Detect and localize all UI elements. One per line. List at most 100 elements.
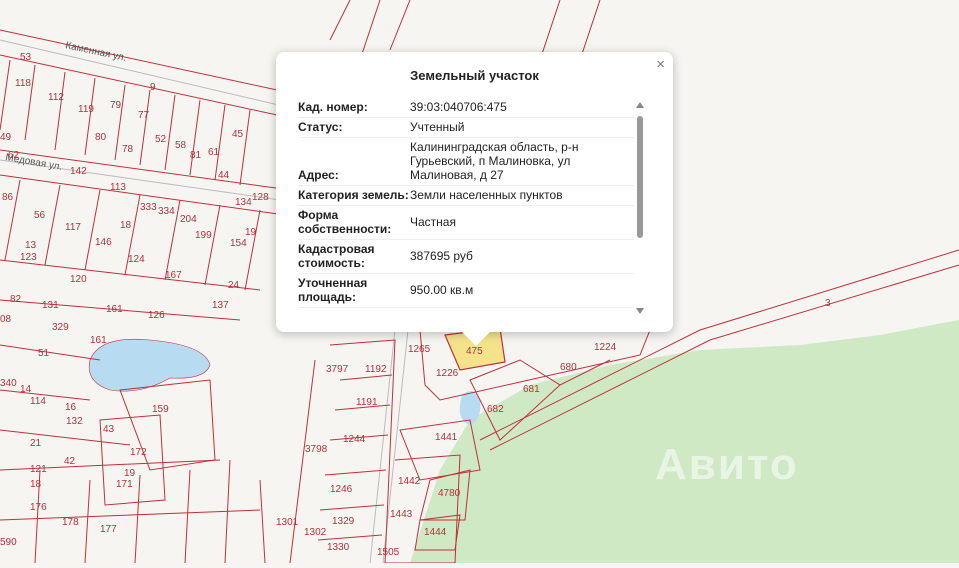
parcel-label[interactable]: 1329 <box>332 516 355 527</box>
parcel-label[interactable]: 19 <box>245 227 257 238</box>
parcel-label[interactable]: 333 <box>140 202 157 213</box>
parcel-label[interactable]: 44 <box>218 170 230 181</box>
parcel-label[interactable]: 21 <box>30 438 42 449</box>
parcel-label[interactable]: 45 <box>232 129 244 140</box>
popup-scrollbar[interactable] <box>634 102 646 314</box>
parcel-label[interactable]: 86 <box>2 192 14 203</box>
attribute-row: Кадастровая стоимость: 387695 руб <box>298 240 634 274</box>
parcel-label[interactable]: 161 <box>90 335 107 346</box>
attribute-value: Частная <box>410 215 456 229</box>
parcel-label[interactable]: 475 <box>466 346 483 357</box>
parcel-label[interactable]: 123 <box>20 252 37 263</box>
parcel-label[interactable]: 1226 <box>436 368 459 379</box>
parcel-label[interactable]: 52 <box>155 134 167 145</box>
parcel-label[interactable]: 3797 <box>326 364 349 375</box>
parcel-label[interactable]: 680 <box>560 362 577 373</box>
parcel-label[interactable]: 142 <box>70 166 87 177</box>
parcel-label[interactable]: 81 <box>190 150 202 161</box>
parcel-label[interactable]: 1330 <box>327 542 350 553</box>
parcel-label[interactable]: 13 <box>25 240 37 251</box>
parcel-label[interactable]: 146 <box>95 237 112 248</box>
parcel-label[interactable]: 79 <box>110 100 122 111</box>
parcel-label[interactable]: 43 <box>103 424 115 435</box>
parcel-label[interactable]: 80 <box>95 132 107 143</box>
parcel-label[interactable]: 178 <box>62 517 79 528</box>
parcel-label[interactable]: 1244 <box>343 434 366 445</box>
parcel-label[interactable]: 1444 <box>424 527 447 538</box>
parcel-label[interactable]: 1265 <box>408 344 431 355</box>
parcel-label[interactable]: 121 <box>30 464 47 475</box>
parcel-label[interactable]: 131 <box>42 300 59 311</box>
parcel-label[interactable]: 118 <box>15 78 31 89</box>
parcel-label[interactable]: 124 <box>128 254 145 265</box>
parcel-label[interactable]: 3 <box>825 298 831 309</box>
parcel-label[interactable]: 334 <box>158 206 175 217</box>
parcel-label[interactable]: 49 <box>0 132 12 143</box>
parcel-label[interactable]: 82 <box>10 294 22 305</box>
parcel-label[interactable]: 114 <box>30 396 46 407</box>
parcel-label[interactable]: 119 <box>78 104 94 115</box>
scroll-down-icon[interactable] <box>636 308 644 314</box>
parcel-label[interactable]: 128 <box>252 192 269 203</box>
parcel-label[interactable]: 1443 <box>390 509 413 520</box>
close-icon[interactable]: × <box>656 56 665 73</box>
parcel-label[interactable]: 51 <box>38 348 50 359</box>
parcel-label[interactable]: 1302 <box>304 527 327 538</box>
parcel-label[interactable]: 120 <box>70 274 87 285</box>
parcel-label[interactable]: 3798 <box>305 444 328 455</box>
attribute-row: Форма собственности: Частная <box>298 206 634 240</box>
scroll-up-icon[interactable] <box>636 102 644 108</box>
parcel-label[interactable]: 132 <box>66 416 83 427</box>
parcel-label[interactable]: 177 <box>100 524 117 535</box>
parcel-label[interactable]: 18 <box>120 220 132 231</box>
parcel-label[interactable]: 682 <box>487 404 504 415</box>
parcel-label[interactable]: 1301 <box>276 517 299 528</box>
parcel-label[interactable]: 56 <box>34 210 46 221</box>
attribute-key: Кадастровая стоимость: <box>298 242 375 270</box>
parcel-label[interactable]: 159 <box>152 404 169 415</box>
parcel-label[interactable]: 1441 <box>435 432 458 443</box>
parcel-label[interactable]: 42 <box>64 456 76 467</box>
parcel-label[interactable]: 19 <box>124 468 136 479</box>
parcel-label[interactable]: 16 <box>65 402 77 413</box>
parcel-label[interactable]: 1505 <box>377 547 400 558</box>
parcel-label[interactable]: 199 <box>195 230 212 241</box>
parcel-label[interactable]: 4780 <box>438 488 461 499</box>
parcel-label[interactable]: 172 <box>130 447 147 458</box>
parcel-label[interactable]: 204 <box>180 214 197 225</box>
parcel-label[interactable]: 126 <box>148 310 165 321</box>
parcel-label[interactable]: 78 <box>122 144 134 155</box>
parcel-label[interactable]: 329 <box>52 322 69 333</box>
parcel-label[interactable]: 681 <box>523 384 540 395</box>
parcel-label[interactable]: 1192 <box>365 364 387 375</box>
parcel-label[interactable]: 161 <box>106 304 123 315</box>
parcel-label[interactable]: 590 <box>0 537 17 548</box>
parcel-label[interactable]: 1191 <box>356 397 378 408</box>
scroll-thumb[interactable] <box>637 116 643 238</box>
parcel-label[interactable]: 53 <box>20 52 32 63</box>
parcel-label[interactable]: 24 <box>228 280 240 291</box>
parcel-label[interactable]: 167 <box>165 270 182 281</box>
parcel-label[interactable]: 14 <box>20 384 32 395</box>
popup-pointer <box>462 332 490 346</box>
parcel-label[interactable]: 117 <box>65 222 81 233</box>
parcel-label[interactable]: 137 <box>212 300 229 311</box>
parcel-label[interactable]: 154 <box>230 238 247 249</box>
parcel-label[interactable]: 08 <box>0 314 12 325</box>
parcel-label[interactable]: 176 <box>30 502 47 513</box>
parcel-label[interactable]: 1442 <box>398 476 421 487</box>
parcel-label[interactable]: 18 <box>30 479 42 490</box>
attribute-value: 387695 руб <box>410 249 473 263</box>
parcel-label[interactable]: 61 <box>208 147 220 158</box>
parcel-attributes: Кад. номер: 39:03:040706:475 Статус: Учтен… <box>298 98 634 308</box>
parcel-label[interactable]: 77 <box>138 110 150 121</box>
parcel-label[interactable]: 9 <box>150 82 156 93</box>
parcel-label[interactable]: 58 <box>175 140 187 151</box>
parcel-label[interactable]: 1246 <box>330 484 353 495</box>
parcel-label[interactable]: 1224 <box>594 342 617 353</box>
parcel-label[interactable]: 340 <box>0 378 17 389</box>
parcel-label[interactable]: 134 <box>235 197 252 208</box>
parcel-label[interactable]: 113 <box>110 182 126 193</box>
parcel-label[interactable]: 171 <box>116 479 133 490</box>
parcel-label[interactable]: 112 <box>48 92 64 103</box>
